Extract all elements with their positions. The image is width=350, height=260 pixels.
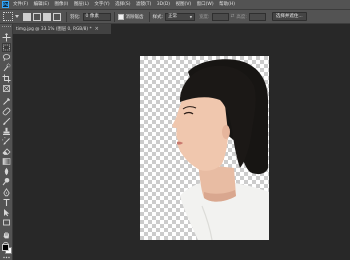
dodge-tool-icon[interactable] [2,177,11,186]
quick-select-tool-icon[interactable] [2,63,11,72]
document-canvas[interactable] [140,56,269,240]
lasso-tool-icon[interactable] [2,53,11,62]
rectangle-tool-icon[interactable] [2,218,11,227]
history-brush-tool-icon[interactable] [2,137,11,146]
menu-view[interactable]: 视图(V) [176,0,192,9]
menu-type[interactable]: 文字(Y) [94,0,109,9]
crop-tool-icon[interactable] [2,74,11,83]
canvas-area[interactable] [13,34,350,260]
document-tab[interactable]: timg.jpg @ 33.1% (图层 0, RGB/8) * × [13,24,111,34]
clone-stamp-tool-icon[interactable] [2,127,11,136]
brush-tool-icon[interactable] [2,117,11,126]
gradient-tool-icon[interactable] [2,157,11,166]
eraser-tool-icon[interactable] [2,147,11,156]
select-and-mask-button[interactable]: 选择并遮住... [271,12,307,21]
divider [148,11,150,22]
menu-bar: Ps 文件(F) 编辑(E) 图像(I) 图层(L) 文字(Y) 选择(S) 滤… [0,0,350,9]
antialias-label: 消除锯齿 [125,14,144,20]
photoshop-window: Ps 文件(F) 编辑(E) 图像(I) 图层(L) 文字(Y) 选择(S) 滤… [0,0,350,260]
menu-edit[interactable]: 编辑(E) [34,0,49,9]
intersect-selection-icon[interactable] [53,12,61,21]
more-tools-icon[interactable] [2,253,11,260]
options-bar: 羽化: 0 像素 消除锯齿 样式: 正常 ▼ 宽度: ⇄ 高度: 选择并遮住..… [0,9,350,24]
menu-file[interactable]: 文件(F) [13,0,28,9]
antialias-checkbox[interactable] [117,13,124,20]
swap-icon[interactable]: ⇄ [231,14,235,19]
portrait-image [172,59,269,240]
document-tab-bar: timg.jpg @ 33.1% (图层 0, RGB/8) * × [13,24,350,34]
tools-panel [0,24,13,260]
panel-grip-icon[interactable] [2,26,11,28]
photoshop-logo: Ps [2,1,9,8]
eyedropper-tool-icon[interactable] [2,97,11,106]
foreground-color-swatch[interactable] [2,244,9,251]
width-label: 宽度: [199,14,210,20]
marquee-tool-icon[interactable] [2,43,11,52]
path-select-tool-icon[interactable] [2,208,11,217]
divider [66,11,67,22]
blur-tool-icon[interactable] [2,167,11,176]
width-input[interactable] [211,12,229,21]
close-icon[interactable]: × [95,26,99,32]
new-selection-icon[interactable] [23,12,31,21]
menu-window[interactable]: 窗口(W) [197,0,214,9]
menu-help[interactable]: 帮助(H) [219,0,235,9]
height-input[interactable] [248,12,266,21]
hand-tool-icon[interactable] [2,231,11,240]
style-label: 样式: [152,14,164,20]
feather-label: 羽化: [70,14,81,20]
move-tool-icon[interactable] [2,33,11,42]
frame-tool-icon[interactable] [2,84,11,93]
add-selection-icon[interactable] [33,12,41,21]
feather-input[interactable]: 0 像素 [82,12,111,21]
subtract-selection-icon[interactable] [43,12,51,21]
spot-heal-tool-icon[interactable] [2,107,11,116]
document-tab-title: timg.jpg @ 33.1% (图层 0, RGB/8) * [16,27,92,32]
chevron-down-icon: ▼ [189,14,193,19]
style-select[interactable]: 正常 ▼ [165,12,196,21]
menu-filter[interactable]: 滤镜(T) [136,0,151,9]
marquee-preset-icon[interactable] [3,12,13,21]
divider [113,11,115,22]
menu-image[interactable]: 图像(I) [54,0,68,9]
menu-select[interactable]: 选择(S) [115,0,130,9]
height-label: 高度: [236,14,247,20]
chevron-down-icon[interactable] [15,15,19,18]
type-tool-icon[interactable] [2,198,11,207]
pen-tool-icon[interactable] [2,188,11,197]
style-value: 正常 [168,13,178,19]
menu-3d[interactable]: 3D(D) [157,0,170,9]
menu-layer[interactable]: 图层(L) [74,0,89,9]
